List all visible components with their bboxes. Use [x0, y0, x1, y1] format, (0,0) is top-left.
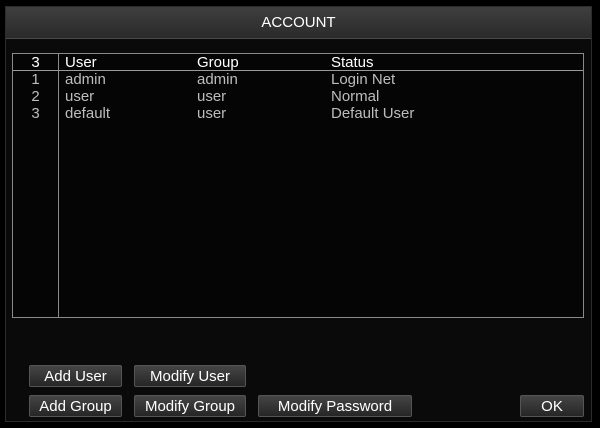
header-user: User — [65, 54, 97, 71]
modify-user-button[interactable]: Modify User — [134, 365, 246, 387]
row-index: 3 — [31, 105, 40, 122]
table-row[interactable]: 3 default user Default User — [13, 105, 583, 122]
row-group: user — [197, 105, 227, 122]
header-count: 3 — [31, 54, 40, 71]
table-row[interactable]: 1 admin admin Login Net — [13, 71, 583, 88]
row-user: default — [65, 105, 111, 122]
add-group-button[interactable]: Add Group — [29, 395, 122, 417]
header-group: Group — [197, 54, 239, 71]
row-index: 1 — [31, 71, 40, 88]
add-user-button[interactable]: Add User — [29, 365, 122, 387]
modify-group-button[interactable]: Modify Group — [134, 395, 246, 417]
row-group: user — [197, 88, 227, 105]
account-table: 3 User Group Status 1 admin admin Login … — [12, 53, 584, 318]
account-dialog: ACCOUNT 3 User Group Status 1 admin admi… — [5, 6, 592, 422]
row-user: admin — [65, 71, 106, 88]
header-status: Status — [331, 54, 374, 71]
modify-password-button[interactable]: Modify Password — [258, 395, 412, 417]
row-status: Login Net — [331, 71, 396, 88]
table-header: 3 User Group Status — [13, 54, 583, 71]
row-status: Default User — [331, 105, 415, 122]
ok-button[interactable]: OK — [520, 395, 584, 417]
row-user: user — [65, 88, 95, 105]
row-group: admin — [197, 71, 238, 88]
dialog-title: ACCOUNT — [6, 7, 591, 39]
row-status: Normal — [331, 88, 380, 105]
table-row[interactable]: 2 user user Normal — [13, 88, 583, 105]
row-index: 2 — [31, 88, 40, 105]
